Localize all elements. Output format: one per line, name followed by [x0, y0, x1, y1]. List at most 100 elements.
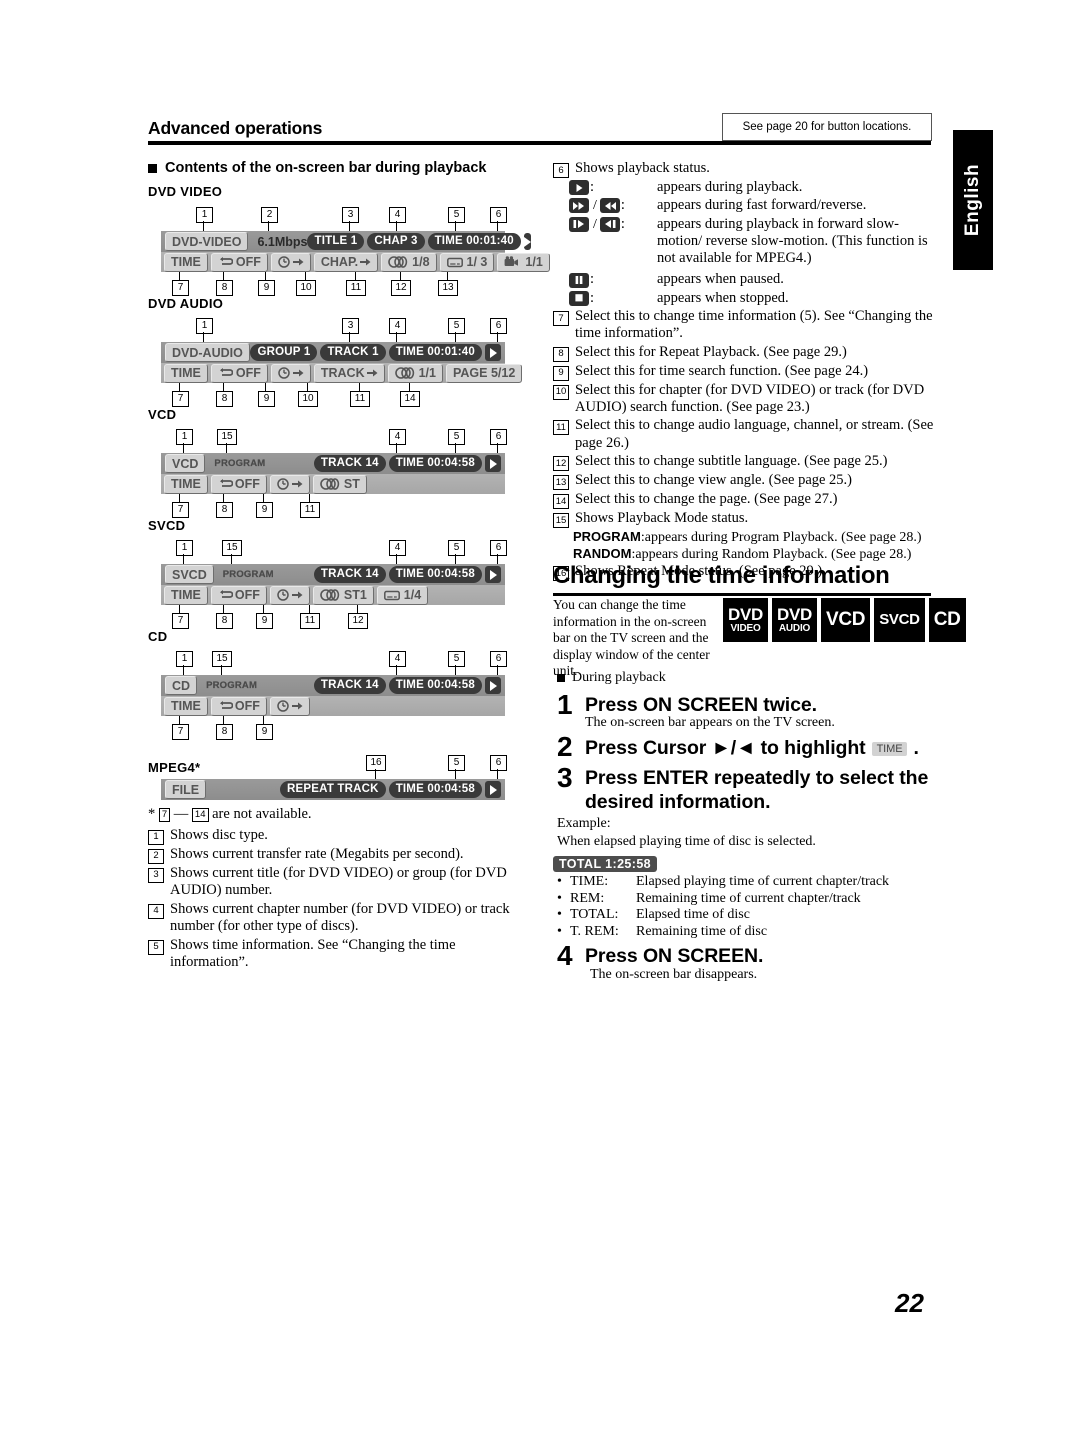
leader-line [183, 443, 184, 453]
badge-vcd: VCD [821, 598, 871, 642]
audio-cell[interactable]: 1/1 [387, 363, 443, 383]
callout-1: 1 [176, 429, 193, 445]
clock-icon [278, 256, 290, 268]
chapter-search-cell[interactable]: CHAP. [313, 252, 379, 272]
leader-line [396, 554, 397, 564]
leader-line [203, 332, 204, 342]
legend-row: • TOTAL: Elapsed time of disc [557, 907, 889, 924]
disc-type-cell[interactable]: SVCD [165, 565, 214, 584]
time-search-cell[interactable] [269, 474, 310, 494]
repeat-cell[interactable]: OFF [210, 585, 267, 605]
time-mode-cell[interactable]: TIME [164, 696, 208, 716]
callout-4: 4 [389, 207, 406, 223]
subtitle-cell[interactable]: 1/ 3 [439, 252, 495, 272]
repeat-cell[interactable]: OFF [210, 696, 267, 716]
bullet-square-icon [557, 674, 565, 682]
repeat-mode-pill[interactable]: REPEAT TRACK [280, 781, 386, 798]
callout-10: 10 [296, 280, 316, 296]
time-pill[interactable]: TIME 00:01:40 [427, 233, 521, 250]
time-mode-cell[interactable]: TIME [164, 585, 208, 605]
callout-11: 11 [300, 502, 320, 518]
track-pill[interactable]: TRACK 14 [313, 677, 386, 694]
list-item-text: Shows time information. See “Changing th… [170, 936, 456, 971]
playback-mode-text: PROGRAM [222, 569, 274, 580]
section-rule [553, 593, 931, 596]
legend-label: T. REM: [570, 923, 619, 939]
callout-9: 9 [256, 724, 273, 740]
leader-line [309, 605, 310, 613]
audio-stream-icon [388, 256, 408, 268]
callout-4: 4 [389, 540, 406, 556]
step-3-number: 3 [557, 762, 573, 793]
callout-4: 4 [389, 651, 406, 667]
program-desc: :appears during Program Playback. (See p… [640, 529, 922, 545]
audio-cell[interactable]: ST [312, 474, 367, 494]
leader-line [349, 332, 350, 342]
leader-line [349, 221, 350, 231]
disc-type-cell[interactable]: DVD-AUDIO [165, 343, 250, 362]
repeat-icon [218, 700, 233, 712]
repeat-cell[interactable]: OFF [210, 363, 268, 383]
leader-line [265, 383, 266, 391]
time-pill[interactable]: TIME 00:04:58 [388, 677, 482, 694]
callout-11: 11 [300, 613, 320, 629]
track-pill[interactable]: TRACK 1 [320, 344, 386, 361]
time-mode-cell[interactable]: TIME [164, 252, 208, 272]
list-item-number: 5 [148, 939, 164, 955]
list-item: 3 Shows current title (for DVD VIDEO) or … [148, 865, 533, 900]
step-2-text-a: Press Cursor ►/◄ to highlight [585, 737, 866, 759]
track-pill[interactable]: TRACK 14 [313, 566, 386, 583]
badge-dvd-audio: DVD AUDIO [772, 598, 817, 642]
callout-5: 5 [448, 540, 465, 556]
chapter-pill[interactable]: CHAP 3 [367, 233, 425, 250]
disc-type-cell[interactable]: FILE [165, 780, 207, 799]
leader-line [455, 443, 456, 453]
time-pill[interactable]: TIME 00:04:58 [388, 455, 482, 472]
time-search-cell[interactable] [269, 585, 310, 605]
track-search-cell[interactable]: TRACK [313, 363, 385, 383]
title-pill[interactable]: TITLE 1 [307, 233, 365, 250]
leader-line [265, 272, 266, 280]
during-playback-label: During playback [572, 670, 666, 685]
disc-type-cell[interactable]: CD [165, 676, 198, 695]
time-mode-cell[interactable]: TIME [164, 363, 208, 383]
callout-6: 6 [490, 755, 507, 771]
disc-type-cell[interactable]: DVD-VIDEO [165, 232, 249, 251]
clock-icon [278, 367, 290, 379]
angle-cell[interactable]: 1/1 [497, 252, 550, 272]
time-search-cell[interactable] [269, 696, 310, 716]
osd-row-top: DVD-AUDIO GROUP 1 TRACK 1 TIME 00:01:40 [161, 342, 505, 363]
callout-15: 15 [222, 540, 242, 556]
repeat-cell[interactable]: OFF [210, 474, 267, 494]
list-item-text: Select this to change the page. (See pag… [575, 490, 838, 507]
time-chip[interactable]: TIME [871, 741, 908, 756]
footnote-dash: — [173, 806, 189, 822]
osd-label-vcd: VCD [148, 407, 177, 422]
leader-line [223, 716, 224, 724]
time-pill[interactable]: TIME 00:04:58 [388, 566, 482, 583]
time-pill[interactable]: TIME 00:04:58 [388, 781, 482, 798]
repeat-cell[interactable]: OFF [210, 252, 268, 272]
time-section-intro: You can change the time information in t… [553, 597, 710, 678]
time-mode-cell[interactable]: TIME [164, 474, 208, 494]
callout-3: 3 [342, 207, 359, 223]
time-search-cell[interactable] [270, 252, 311, 272]
list-item: 12 Select this to change subtitle languag… [553, 453, 938, 471]
page-cell[interactable]: PAGE 5/12 [446, 363, 523, 383]
time-search-cell[interactable] [270, 363, 311, 383]
list-item-text: Shows disc type. [170, 826, 268, 843]
audio-cell[interactable]: 1/8 [381, 252, 437, 272]
step-4-text: Press ON SCREEN. [585, 945, 764, 967]
audio-cell[interactable]: ST1 [312, 585, 374, 605]
group-pill[interactable]: GROUP 1 [250, 344, 318, 361]
time-pill[interactable]: TIME 00:01:40 [388, 344, 482, 361]
disc-type-cell[interactable]: VCD [165, 454, 206, 473]
list-item-text: Select this to change audio language, ch… [575, 417, 934, 451]
list-item: 13 Select this to change view angle. (See… [553, 472, 938, 490]
leader-line [263, 605, 264, 613]
list-item-text: Select this to change view angle. (See p… [575, 471, 853, 488]
status-text: appears during fast forward/reverse. [657, 197, 867, 214]
example-text: When elapsed playing time of disc is sel… [557, 834, 816, 849]
subtitle-cell[interactable]: 1/4 [376, 585, 429, 605]
track-pill[interactable]: TRACK 14 [313, 455, 386, 472]
